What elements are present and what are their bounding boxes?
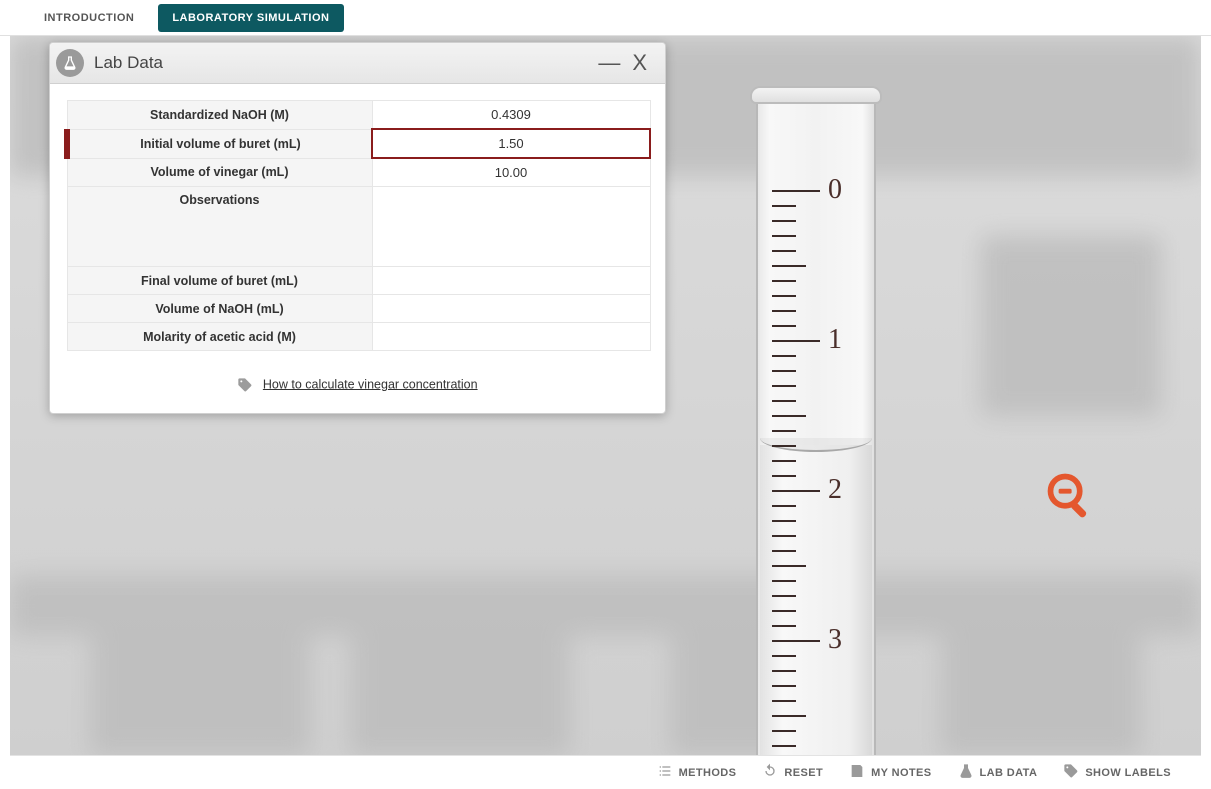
simulation-stage: Lab Data — X Standardized NaOH (M) 0.430… — [10, 36, 1201, 756]
row-final-volume: Final volume of buret (mL) — [67, 267, 650, 295]
btn-label: MY NOTES — [871, 767, 931, 779]
lab-data-button[interactable]: LAB DATA — [958, 763, 1038, 782]
row-acetic-molarity: Molarity of acetic acid (M) — [67, 323, 650, 351]
row-naoh-volume: Volume of NaOH (mL) — [67, 295, 650, 323]
row-initial-volume: Initial volume of buret (mL) 1.50 — [67, 129, 650, 158]
buret-label-2: 2 — [828, 474, 842, 506]
hint-link[interactable]: How to calculate vinegar concentration — [263, 377, 478, 391]
flask-icon — [958, 763, 974, 782]
flask-icon — [56, 49, 84, 77]
buret-label-3: 3 — [828, 624, 842, 656]
show-labels-button[interactable]: SHOW LABELS — [1063, 763, 1171, 782]
buret-label-1: 1 — [828, 324, 842, 356]
buret-label-0: 0 — [828, 174, 842, 206]
panel-header[interactable]: Lab Data — X — [50, 43, 665, 84]
label-text: Standardized NaOH (M) — [150, 108, 289, 122]
bottom-toolbar: METHODS RESET MY NOTES LAB DATA SHOW LAB… — [10, 755, 1201, 789]
buret-tube: 0 1 2 3 — [756, 100, 876, 756]
value-naoh-molarity[interactable]: 0.4309 — [372, 101, 650, 130]
close-button[interactable]: X — [626, 50, 653, 76]
btn-label: SHOW LABELS — [1085, 767, 1171, 779]
label-text: Volume of NaOH (mL) — [155, 302, 283, 316]
tabs-bar: INTRODUCTION LABORATORY SIMULATION — [0, 0, 1211, 36]
notes-icon — [849, 763, 865, 782]
label-text: Initial volume of buret (mL) — [140, 137, 300, 151]
value-vinegar-volume[interactable]: 10.00 — [372, 158, 650, 187]
tab-introduction[interactable]: INTRODUCTION — [30, 4, 148, 32]
panel-body: Standardized NaOH (M) 0.4309 Initial vol… — [50, 84, 665, 413]
value-acetic-molarity[interactable] — [372, 323, 650, 351]
lab-data-table: Standardized NaOH (M) 0.4309 Initial vol… — [64, 100, 651, 351]
buret[interactable]: 0 1 2 3 — [756, 86, 876, 756]
reset-button[interactable]: RESET — [762, 763, 823, 782]
tab-laboratory-simulation[interactable]: LABORATORY SIMULATION — [158, 4, 343, 32]
value-observations[interactable] — [372, 187, 650, 267]
my-notes-button[interactable]: MY NOTES — [849, 763, 931, 782]
row-vinegar-volume: Volume of vinegar (mL) 10.00 — [67, 158, 650, 187]
label-text: Final volume of buret (mL) — [141, 274, 298, 288]
hint-row: How to calculate vinegar concentration — [64, 351, 651, 393]
btn-label: RESET — [784, 767, 823, 779]
minimize-button[interactable]: — — [592, 50, 626, 76]
label-text: Molarity of acetic acid (M) — [143, 330, 296, 344]
label-text: Volume of vinegar (mL) — [151, 165, 289, 179]
value-final-volume[interactable] — [372, 267, 650, 295]
lab-data-panel[interactable]: Lab Data — X Standardized NaOH (M) 0.430… — [49, 42, 666, 414]
btn-label: LAB DATA — [980, 767, 1038, 779]
reset-icon — [762, 763, 778, 782]
panel-title: Lab Data — [94, 53, 592, 73]
row-naoh-molarity: Standardized NaOH (M) 0.4309 — [67, 101, 650, 130]
tag-icon — [1063, 763, 1079, 782]
zoom-out-button[interactable] — [1044, 470, 1096, 522]
value-initial-volume[interactable]: 1.50 — [372, 129, 650, 158]
btn-label: METHODS — [679, 767, 737, 779]
value-naoh-volume[interactable] — [372, 295, 650, 323]
tag-icon — [237, 377, 253, 393]
methods-button[interactable]: METHODS — [657, 763, 737, 782]
list-icon — [657, 763, 673, 782]
row-observations: Observations — [67, 187, 650, 267]
label-text: Observations — [180, 193, 260, 207]
buret-lip — [750, 86, 882, 104]
